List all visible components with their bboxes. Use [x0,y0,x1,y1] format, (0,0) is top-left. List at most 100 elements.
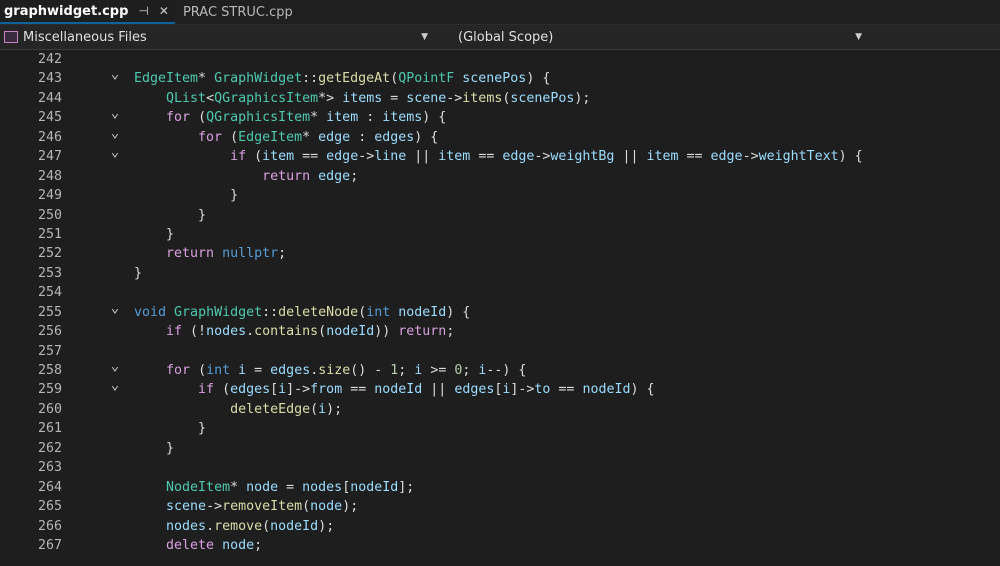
code-line[interactable]: 251 } [0,225,1000,244]
fold-chevron-icon[interactable]: ⌄ [110,126,120,140]
code-token: ( [190,110,207,126]
code-token: ]-> [510,382,535,398]
code-line[interactable]: 266 nodes.remove(nodeId); [0,517,1000,536]
code-token: ) { [414,129,439,145]
code-token: == [678,149,711,165]
code-token: ; [446,324,455,340]
code-token: scenePos [454,71,527,87]
code-token: ( [318,324,327,340]
pin-icon[interactable]: ⊣ [138,4,148,18]
code-token: int [366,304,391,320]
tab-prac-struc[interactable]: PRAC STRUC.cpp [175,0,299,24]
code-token: if [230,149,247,165]
code-token: -> [742,149,759,165]
tab-label: PRAC STRUC.cpp [182,4,293,20]
code-line[interactable]: 267 delete node; [0,536,1000,555]
code-token: ]-> [286,382,311,398]
code-token: GraphWidget [214,71,303,87]
fold-chevron-icon[interactable]: ⌄ [110,359,120,373]
code-line[interactable]: 252 return nullptr; [0,244,1000,263]
fold-chevron-icon[interactable]: ⌄ [110,106,120,120]
code-token: } [134,440,175,456]
code-text: } [110,225,174,244]
close-icon[interactable]: ✕ [159,4,169,18]
code-token: ) { [446,304,471,320]
code-token: nullptr [222,246,279,262]
code-token: for [198,129,223,145]
code-token: || [406,149,439,165]
code-token: < [206,90,215,106]
gutter [62,322,110,341]
code-token: ; [398,363,415,378]
code-token: ; [462,363,479,378]
code-token: return [262,168,311,184]
gutter [62,167,110,186]
code-line[interactable]: 257 [0,342,1000,361]
line-number: 246 [37,129,62,145]
code-line[interactable]: 258 ⌄ for (int i = edges.size() - 1; i >=… [0,359,1000,380]
code-line[interactable]: 265 scene->removeItem(node); [0,497,1000,516]
code-token: item [646,149,679,165]
code-token: == [470,149,503,165]
code-line[interactable]: 262 } [0,439,1000,458]
code-line[interactable]: 250 } [0,206,1000,225]
code-token: items [462,90,503,106]
code-line[interactable]: 260 deleteEdge(i); [0,400,1000,419]
fold-chevron-icon[interactable]: ⌄ [110,67,120,81]
code-line[interactable]: 254 [0,283,1000,302]
code-line[interactable]: 249 } [0,186,1000,205]
code-line[interactable]: 247 ⌄ if (item == edge->line || item == e… [0,145,1000,166]
code-editor[interactable]: 242 243 ⌄ EdgeItem* GraphWidget::getEdgeAt(… [0,50,1000,566]
code-token: for [166,110,191,126]
code-token: edges [454,382,495,398]
code-line[interactable]: 248 return edge; [0,167,1000,186]
code-line[interactable]: 242 [0,50,1000,69]
code-token: ( [222,129,239,145]
code-token: nodeId [582,382,631,398]
code-line[interactable]: 244 QList<QGraphicsItem*> items = scene-… [0,89,1000,108]
line-number: 261 [37,421,62,437]
code-token: nodes [206,324,247,340]
line-number: 250 [37,207,62,223]
code-line[interactable]: 255 ⌄ void GraphWidget::deleteNode(int nod… [0,301,1000,322]
code-token: remove [214,518,263,534]
gutter [62,419,110,438]
fold-chevron-icon[interactable]: ⌄ [110,145,120,159]
code-text: if (edges[i]->from == nodeId || edges[i]… [110,380,654,399]
code-line[interactable]: 264 NodeItem* node = nodes[nodeId]; [0,478,1000,497]
tab-graphwidget[interactable]: graphwidget.cpp ⊣ ✕ [0,0,175,24]
code-token: (! [182,324,207,340]
line-number: 244 [37,90,62,106]
code-token: * [230,479,247,495]
line-number: 249 [37,188,62,204]
code-token: scene [406,90,447,106]
fold-chevron-icon[interactable]: ⌄ [110,301,120,315]
scope-dropdown[interactable]: (Global Scope) ▼ [436,30,870,45]
code-text: scene->removeItem(node); [110,497,358,516]
gutter [62,283,110,302]
code-line[interactable]: 261 } [0,419,1000,438]
code-token: [ [342,479,351,495]
gutter [62,206,110,225]
code-token: return [166,246,215,262]
code-token: nodes [302,479,343,495]
code-line[interactable]: 263 [0,458,1000,477]
code-line[interactable]: 243 ⌄ EdgeItem* GraphWidget::getEdgeAt(QPo… [0,67,1000,88]
code-text: nodes.remove(nodeId); [110,517,334,536]
code-token: || [614,149,647,165]
fold-chevron-icon[interactable]: ⌄ [110,378,120,392]
code-line[interactable]: 246 ⌄ for (EdgeItem* edge : edges) { [0,126,1000,147]
code-line[interactable]: 256 if (!nodes.contains(nodeId)) return; [0,322,1000,341]
code-line[interactable]: 253} [0,264,1000,283]
code-token: line [374,149,407,165]
code-token: -> [534,149,551,165]
code-line[interactable]: 245 ⌄ for (QGraphicsItem* item : items) { [0,106,1000,127]
code-line[interactable]: 259 ⌄ if (edges[i]->from == nodeId || edg… [0,378,1000,399]
code-token: ); [342,499,359,515]
line-number: 259 [37,382,62,398]
code-text: } [110,186,238,205]
line-number: 254 [37,285,62,301]
project-dropdown[interactable]: Miscellaneous Files ▼ [0,30,436,45]
